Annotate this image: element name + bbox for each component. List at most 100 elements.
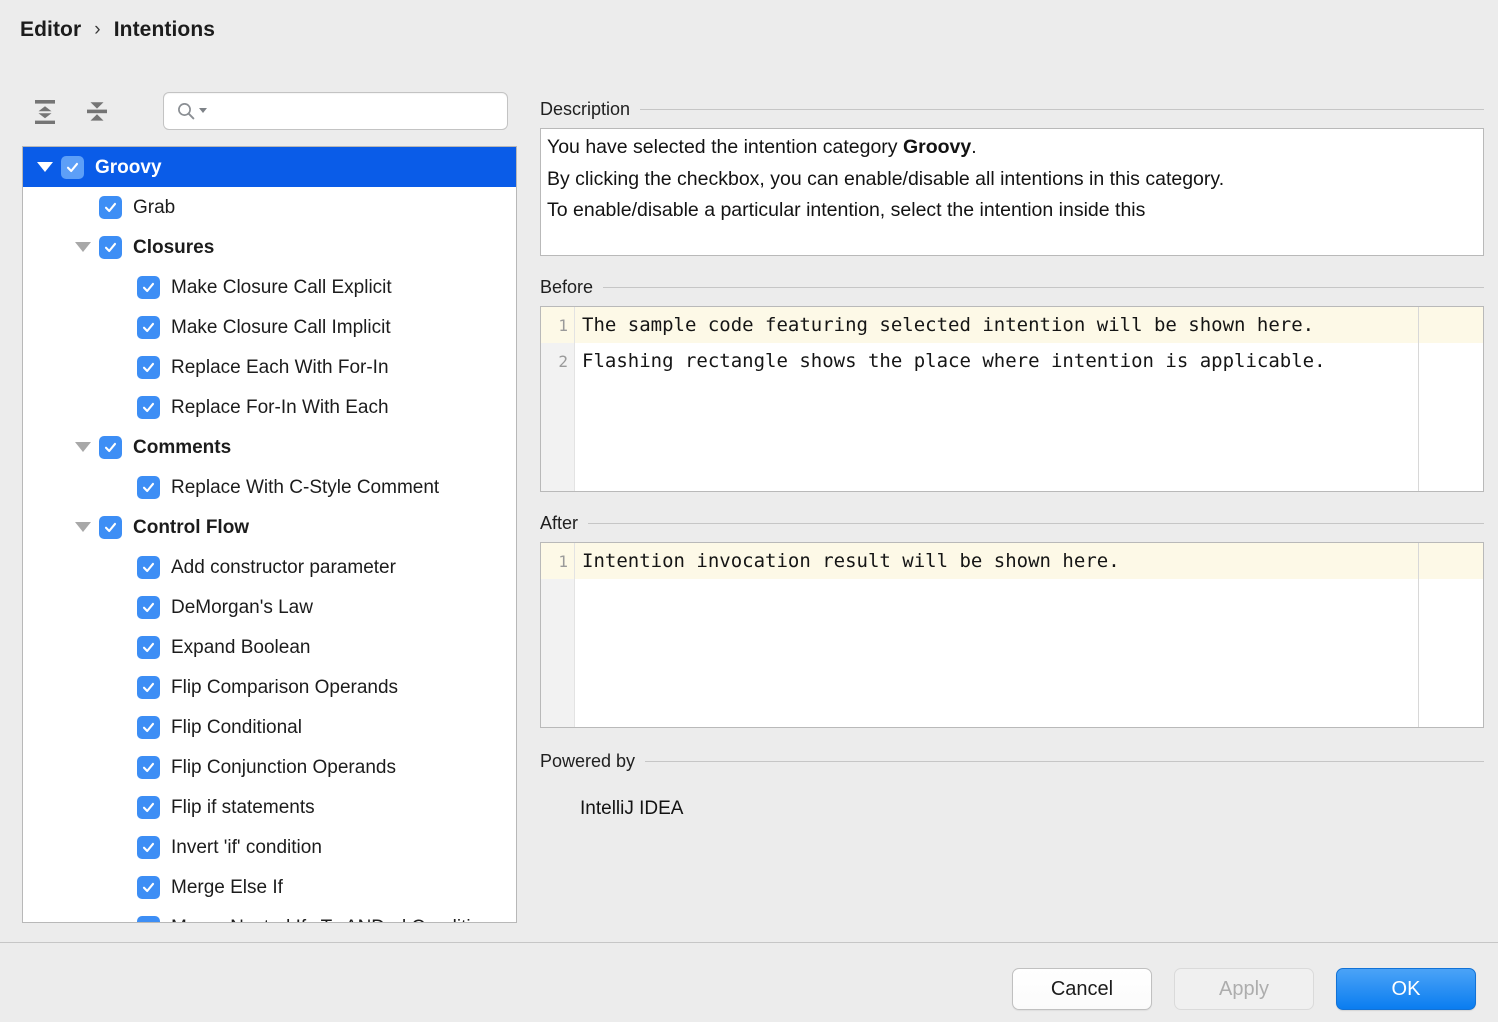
tree-row-label: Closures <box>133 238 214 257</box>
tree-row-checkbox[interactable] <box>137 676 160 699</box>
description-box: You have selected the intention category… <box>540 128 1484 256</box>
chevron-down-icon <box>75 522 91 532</box>
tree-row-checkbox[interactable] <box>137 476 160 499</box>
disclosure-triangle-icon[interactable] <box>67 522 99 532</box>
after-gutter: 1 <box>541 543 575 727</box>
tree-row-checkbox[interactable] <box>137 276 160 299</box>
tree-row[interactable]: Merge Nested Ifs To ANDed Condition <box>23 907 516 923</box>
after-code-area: Intention invocation result will be show… <box>575 543 1483 727</box>
tree-row-checkbox[interactable] <box>137 756 160 779</box>
search-icon[interactable] <box>176 101 208 121</box>
tree-row-label: Comments <box>133 438 231 457</box>
before-title: Before <box>540 277 603 298</box>
tree-row[interactable]: Make Closure Call Implicit <box>23 307 516 347</box>
apply-button[interactable]: Apply <box>1174 968 1314 1010</box>
tree-row-label: Groovy <box>95 158 162 177</box>
tree-row-label: Flip if statements <box>171 798 315 817</box>
tree-row-checkbox[interactable] <box>137 916 160 924</box>
tree-row[interactable]: Replace Each With For-In <box>23 347 516 387</box>
after-title: After <box>540 513 588 534</box>
line-number: 2 <box>541 343 574 379</box>
code-line: The sample code featuring selected inten… <box>575 307 1483 343</box>
tree-row-checkbox[interactable] <box>99 436 122 459</box>
tree-row-checkbox[interactable] <box>137 556 160 579</box>
search-input[interactable] <box>214 103 494 120</box>
description-title: Description <box>540 99 640 120</box>
tree-row-label: Make Closure Call Explicit <box>171 278 392 297</box>
tree-row-checkbox[interactable] <box>137 876 160 899</box>
after-divider <box>588 523 1484 524</box>
before-code-area: The sample code featuring selected inten… <box>575 307 1483 491</box>
tree-row[interactable]: Control Flow <box>23 507 516 547</box>
tree-row-checkbox[interactable] <box>137 636 160 659</box>
tree-row-label: Replace Each With For-In <box>171 358 389 377</box>
tree-row[interactable]: Grab <box>23 187 516 227</box>
tree-row-checkbox[interactable] <box>99 196 122 219</box>
search-dropdown-chevron-icon[interactable] <box>198 102 208 120</box>
disclosure-triangle-icon[interactable] <box>67 442 99 452</box>
disclosure-triangle-icon[interactable] <box>29 162 61 172</box>
tree-row[interactable]: Merge Else If <box>23 867 516 907</box>
before-divider <box>603 287 1484 288</box>
tree-row-checkbox[interactable] <box>137 316 160 339</box>
tree-row[interactable]: Groovy <box>23 147 516 187</box>
tree-row[interactable]: Flip Conditional <box>23 707 516 747</box>
bottom-separator <box>0 942 1498 943</box>
chevron-down-icon <box>75 442 91 452</box>
tree-row-label: Add constructor parameter <box>171 558 396 577</box>
after-margin-guide <box>1418 543 1419 727</box>
before-group-header: Before <box>540 274 1484 300</box>
breadcrumb-separator-icon: › <box>94 19 100 41</box>
tree-row[interactable]: Comments <box>23 427 516 467</box>
before-margin-guide <box>1418 307 1419 491</box>
powered-by-value: IntelliJ IDEA <box>540 780 1484 820</box>
search-field[interactable] <box>163 92 508 130</box>
tree-row-label: Make Closure Call Implicit <box>171 318 391 337</box>
after-code-editor: 1 Intention invocation result will be sh… <box>540 542 1484 728</box>
tree-row[interactable]: Replace With C-Style Comment <box>23 467 516 507</box>
after-group-header: After <box>540 510 1484 536</box>
tree-row-checkbox[interactable] <box>137 796 160 819</box>
cancel-button[interactable]: Cancel <box>1012 968 1152 1010</box>
tree-row[interactable]: Add constructor parameter <box>23 547 516 587</box>
disclosure-triangle-icon[interactable] <box>67 242 99 252</box>
expand-all-button[interactable] <box>22 90 68 134</box>
tree-row[interactable]: Make Closure Call Explicit <box>23 267 516 307</box>
tree-row-checkbox[interactable] <box>137 716 160 739</box>
chevron-down-icon <box>37 162 53 172</box>
tree-row[interactable]: Replace For-In With Each <box>23 387 516 427</box>
code-line: Flashing rectangle shows the place where… <box>575 343 1483 379</box>
tree-row-checkbox[interactable] <box>99 236 122 259</box>
tree-row-label: Expand Boolean <box>171 638 310 657</box>
description-divider <box>640 109 1484 110</box>
chevron-down-icon <box>75 242 91 252</box>
tree-row[interactable]: Closures <box>23 227 516 267</box>
tree-row-label: Control Flow <box>133 518 249 537</box>
tree-row-checkbox[interactable] <box>61 156 84 179</box>
tree-row[interactable]: Flip Comparison Operands <box>23 667 516 707</box>
tree-row-checkbox[interactable] <box>137 596 160 619</box>
tree-row-label: Grab <box>133 198 175 217</box>
tree-row-label: Merge Else If <box>171 878 283 897</box>
tree-row-checkbox[interactable] <box>137 396 160 419</box>
ok-button[interactable]: OK <box>1336 968 1476 1010</box>
tree-row-label: Flip Conditional <box>171 718 302 737</box>
tree-row-label: Replace With C-Style Comment <box>171 478 439 497</box>
tree-row-checkbox[interactable] <box>137 356 160 379</box>
dialog-button-bar: Cancel Apply OK <box>1012 968 1476 1010</box>
breadcrumb-root[interactable]: Editor <box>20 18 81 42</box>
tree-row-checkbox[interactable] <box>99 516 122 539</box>
tree-row-checkbox[interactable] <box>137 836 160 859</box>
intentions-tree[interactable]: Groovy Grab Closures Make Closure Call Expl… <box>22 146 517 923</box>
line-number: 1 <box>541 543 574 579</box>
collapse-all-icon <box>84 98 110 127</box>
tree-row[interactable]: Invert 'if' condition <box>23 827 516 867</box>
tree-row-label: Invert 'if' condition <box>171 838 322 857</box>
tree-row-label: Replace For-In With Each <box>171 398 389 417</box>
tree-row[interactable]: Flip Conjunction Operands <box>23 747 516 787</box>
tree-row[interactable]: Expand Boolean <box>23 627 516 667</box>
tree-row[interactable]: DeMorgan's Law <box>23 587 516 627</box>
tree-row-label: Merge Nested Ifs To ANDed Condition <box>171 918 492 924</box>
collapse-all-button[interactable] <box>74 90 120 134</box>
tree-row[interactable]: Flip if statements <box>23 787 516 827</box>
